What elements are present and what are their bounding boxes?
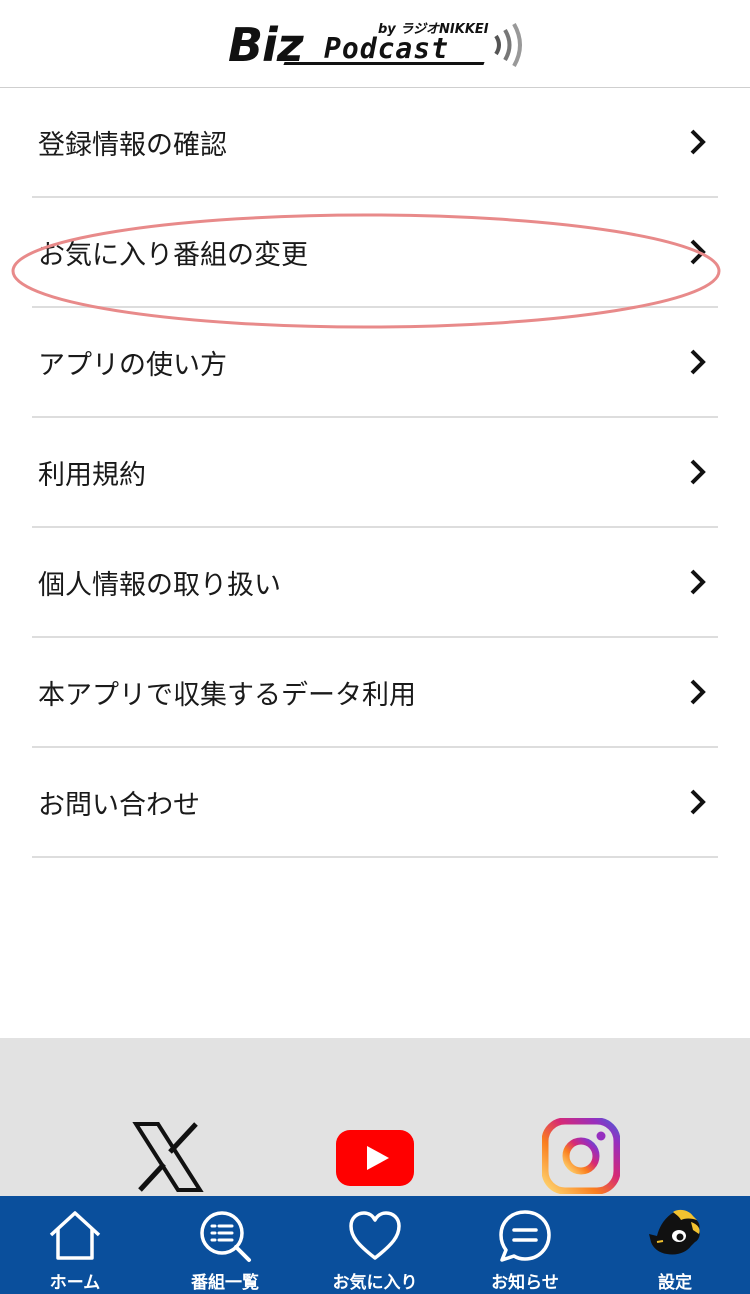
- home-icon: [49, 1211, 101, 1260]
- chat-bubble-icon: [499, 1210, 551, 1262]
- menu-item-terms[interactable]: 利用規約: [32, 418, 718, 528]
- broadcast-waves-icon: [494, 23, 522, 67]
- menu-item-label: 利用規約: [38, 459, 146, 491]
- chevron-right-icon: [690, 569, 706, 595]
- social-links-band: [0, 1038, 750, 1196]
- chevron-right-icon: [690, 459, 706, 485]
- search-list-icon: [200, 1211, 251, 1262]
- settings-menu: 登録情報の確認 お気に入り番組の変更 アプリの使い方 利用規約 個人情報の取り扱…: [32, 88, 718, 858]
- x-logo-icon[interactable]: [132, 1120, 204, 1194]
- app-header: Biz by ラジオNIKKEI Podcast: [0, 0, 750, 88]
- tab-label: 設定: [658, 1273, 692, 1293]
- menu-item-data-usage[interactable]: 本アプリで収集するデータ利用: [32, 638, 718, 748]
- bottom-tab-bar: ホーム 番組一覧 お気に入り お知らせ 設定: [0, 1196, 750, 1294]
- chevron-right-icon: [690, 349, 706, 375]
- chevron-right-icon: [690, 239, 706, 265]
- tab-label: お知らせ: [491, 1273, 559, 1293]
- menu-item-registration[interactable]: 登録情報の確認: [32, 88, 718, 198]
- tab-label: ホーム: [49, 1273, 101, 1293]
- menu-item-privacy[interactable]: 個人情報の取り扱い: [32, 528, 718, 638]
- heart-icon: [349, 1211, 401, 1260]
- logo-underline: [283, 62, 485, 65]
- menu-item-how-to-use[interactable]: アプリの使い方: [32, 308, 718, 418]
- menu-item-label: お気に入り番組の変更: [38, 239, 308, 271]
- menu-item-favorites-change[interactable]: お気に入り番組の変更: [32, 198, 718, 308]
- menu-item-label: 個人情報の取り扱い: [38, 569, 281, 601]
- tab-favorites[interactable]: お気に入り: [300, 1196, 450, 1294]
- tab-program-list[interactable]: 番組一覧: [150, 1196, 300, 1294]
- menu-item-label: 登録情報の確認: [38, 129, 227, 161]
- menu-item-label: 本アプリで収集するデータ利用: [38, 679, 416, 711]
- mascot-icon: [649, 1209, 700, 1255]
- chevron-right-icon: [690, 129, 706, 155]
- tab-notifications[interactable]: お知らせ: [450, 1196, 600, 1294]
- tab-home[interactable]: ホーム: [0, 1196, 150, 1294]
- bizpodcast-logo[interactable]: Biz by ラジオNIKKEI Podcast: [228, 14, 528, 74]
- logo-podcast-text: Podcast: [324, 32, 450, 65]
- tab-settings[interactable]: 設定: [600, 1196, 750, 1294]
- tab-label: お気に入り: [332, 1273, 418, 1293]
- youtube-icon[interactable]: [336, 1130, 414, 1186]
- menu-item-label: お問い合わせ: [38, 789, 200, 821]
- instagram-icon[interactable]: [542, 1118, 620, 1194]
- menu-item-label: アプリの使い方: [38, 349, 227, 381]
- tab-label: 番組一覧: [191, 1273, 259, 1293]
- chevron-right-icon: [690, 789, 706, 815]
- chevron-right-icon: [690, 679, 706, 705]
- menu-item-contact[interactable]: お問い合わせ: [32, 748, 718, 858]
